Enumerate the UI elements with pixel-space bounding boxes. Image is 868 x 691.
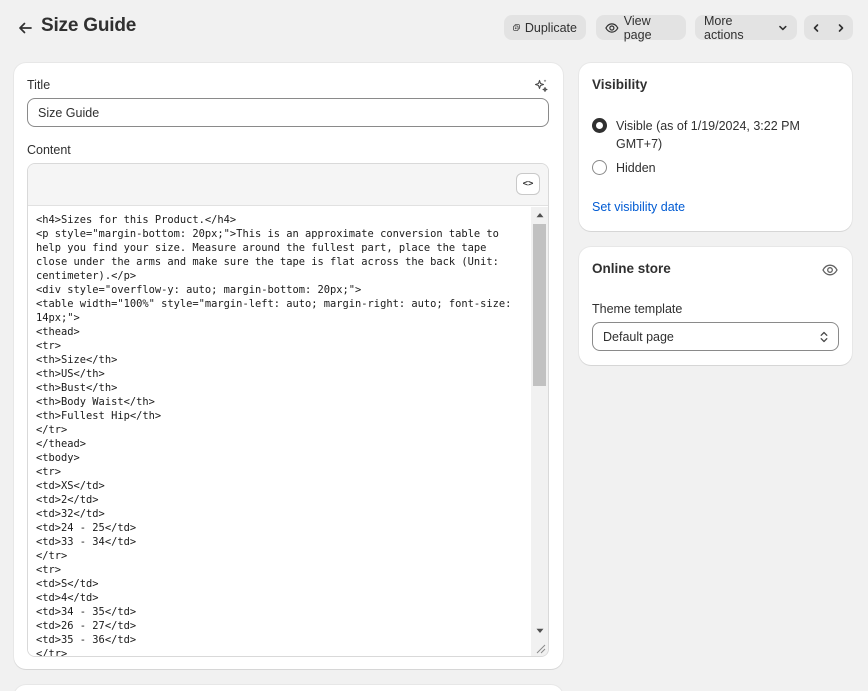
page-content-card: Title Content <> [14,63,563,669]
more-actions-button[interactable]: More actions [695,13,797,42]
editor-toolbar: <> [28,164,548,206]
view-page-button[interactable]: View page [596,13,686,42]
theme-template-select[interactable]: Default page [592,322,839,351]
chevron-down-icon [779,25,787,30]
scroll-down-arrow-icon [536,628,543,633]
code-area [28,207,548,656]
hidden-label: Hidden [616,161,656,175]
online-store-heading: Online store [592,261,671,276]
view-page-label: View page [623,13,652,42]
hidden-radio[interactable] [592,160,607,175]
back-button[interactable] [14,17,36,39]
eye-icon[interactable] [822,263,838,277]
arrow-left-icon [19,22,32,34]
visible-label: Visible (as of 1/19/2024, 3:22 PM GMT+7) [616,119,800,151]
show-html-button[interactable]: <> [516,173,540,195]
next-card [14,685,563,691]
content-editor: <> [27,163,549,657]
visibility-heading: Visibility [592,77,648,92]
previous-page-button[interactable] [804,15,829,40]
content-label: Content [27,143,71,157]
page-title: Size Guide [41,15,137,36]
select-arrows-icon [820,331,828,342]
hidden-option[interactable]: Hidden [592,159,826,177]
duplicate-icon [513,24,520,31]
duplicate-button[interactable]: Duplicate [504,15,586,40]
resize-handle[interactable] [531,639,548,656]
sparkle-icon[interactable] [533,78,549,94]
scroll-up-arrow-icon [536,213,543,218]
title-input[interactable] [27,98,549,127]
code-icon: <> [522,179,534,189]
resize-grip-icon [536,644,546,654]
scrollbar-thumb[interactable] [533,224,546,386]
online-store-card: Online store Theme template Default page [579,247,852,365]
html-code-textarea[interactable] [28,207,531,656]
pagination [804,15,853,40]
more-actions-label: More actions [704,13,744,42]
visible-option[interactable]: Visible (as of 1/19/2024, 3:22 PM GMT+7) [592,117,826,153]
visible-radio[interactable] [592,118,607,133]
next-page-button[interactable] [829,15,854,40]
duplicate-label: Duplicate [524,20,577,35]
page-header: Size Guide Duplicate View page More acti… [0,0,868,55]
title-label: Title [27,78,51,92]
visibility-card: Visibility Visible (as of 1/19/2024, 3:2… [579,63,852,231]
theme-template-label: Theme template [592,302,683,316]
chevron-right-icon [838,23,844,32]
chevron-left-icon [813,23,819,32]
scroll-up-button[interactable] [531,207,548,223]
set-visibility-date-link[interactable]: Set visibility date [592,200,685,214]
theme-template-value: Default page [603,329,674,344]
vertical-scrollbar[interactable] [531,207,548,656]
eye-icon [605,22,619,33]
scroll-down-button[interactable] [531,623,548,639]
